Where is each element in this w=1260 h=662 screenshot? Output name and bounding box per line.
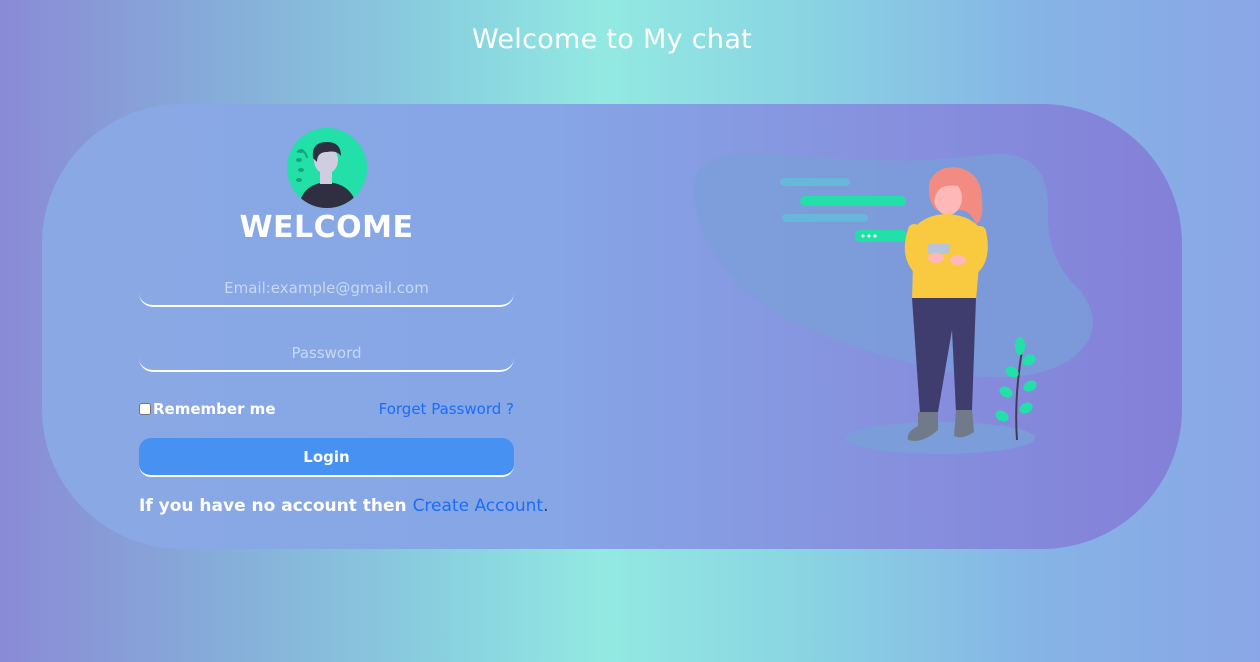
- signup-prefix: If you have no account then: [139, 496, 413, 516]
- create-account-link[interactable]: Create Account: [413, 496, 544, 516]
- woman-chatting-on-phone-illustration: [694, 153, 1093, 454]
- remember-label: Remember me: [153, 400, 276, 418]
- email-field[interactable]: [139, 271, 514, 307]
- signup-suffix: .: [543, 496, 549, 516]
- remember-me[interactable]: Remember me: [139, 400, 276, 418]
- password-field[interactable]: [139, 336, 514, 372]
- signup-text: If you have no account then Create Accou…: [139, 496, 549, 516]
- avatar: [287, 128, 367, 208]
- login-button[interactable]: Login: [139, 438, 514, 477]
- page-title: Welcome to My chat: [471, 24, 753, 55]
- remember-checkbox[interactable]: [139, 403, 151, 415]
- user-avatar-icon: [287, 128, 367, 208]
- welcome-heading: WELCOME: [239, 210, 414, 245]
- forgot-password-link[interactable]: Forget Password ?: [377, 400, 514, 418]
